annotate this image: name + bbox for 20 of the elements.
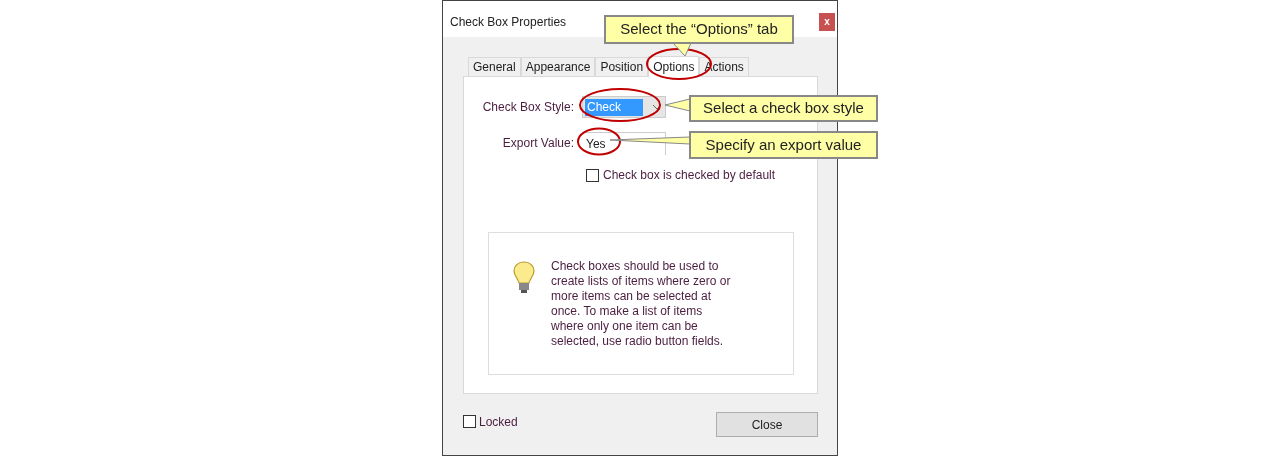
callout-pointer: [664, 98, 691, 112]
tab[interactable]: Position: [595, 57, 649, 76]
lightbulb-icon: [513, 261, 535, 294]
checkbox[interactable]: [463, 415, 476, 428]
info-text: Check boxes should be used to create lists of items where zero or more items can be selected at once. To make a list of items where only one item can be selected, use radio button fields.: [551, 259, 732, 349]
chevron-down-icon: [653, 104, 661, 110]
highlight-ellipse: [576, 127, 622, 156]
checkbox-label: Check box is checked by default: [603, 167, 776, 184]
checkbox-label: Locked: [479, 413, 518, 431]
checkbox[interactable]: [586, 168, 599, 182]
window-close-button[interactable]: x: [819, 13, 835, 31]
window-title: Check Box Properties: [450, 14, 567, 31]
callout: Specify an export value: [689, 131, 878, 159]
tab[interactable]: Options: [648, 56, 700, 77]
selected-option: Check: [585, 98, 643, 116]
field-label: Check Box Style:: [481, 99, 575, 116]
tab[interactable]: General: [468, 57, 521, 76]
close-dialog-button[interactable]: Close: [716, 412, 818, 437]
field-label: Export Value:: [501, 135, 575, 152]
tab[interactable]: Appearance: [520, 57, 596, 76]
